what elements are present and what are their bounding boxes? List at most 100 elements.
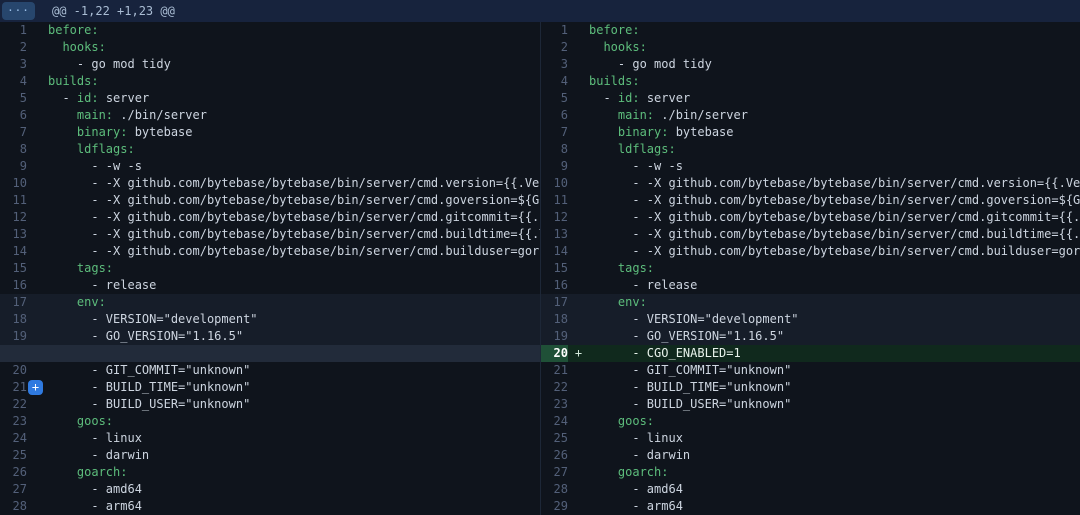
line-number[interactable]: 4	[541, 73, 568, 90]
expand-lines-button[interactable]: ···	[2, 2, 35, 20]
diff-row: 28 - amd64	[541, 481, 1080, 498]
line-number[interactable]: 28	[541, 481, 568, 498]
line-number[interactable]: 29	[541, 498, 568, 515]
line-number[interactable]: 27	[541, 464, 568, 481]
line-number[interactable]: 1	[0, 22, 27, 39]
line-number[interactable]: 15	[0, 260, 27, 277]
line-number[interactable]: 24	[541, 413, 568, 430]
line-number[interactable]: 27	[0, 481, 27, 498]
line-number[interactable]: 8	[541, 141, 568, 158]
line-number[interactable]: 12	[0, 209, 27, 226]
line-number[interactable]: 4	[0, 73, 27, 90]
add-comment-button[interactable]: +	[28, 380, 43, 395]
code-line: - GIT_COMMIT="unknown"	[48, 362, 540, 379]
code-line: - -X github.com/bytebase/bytebase/bin/se…	[48, 209, 540, 226]
diff-row: 27 - amd64	[0, 481, 540, 498]
diff-row: 11 - -X github.com/bytebase/bytebase/bin…	[0, 192, 540, 209]
code-token: - linux	[48, 431, 142, 445]
code-line: - -X github.com/bytebase/bytebase/bin/se…	[589, 209, 1080, 226]
code-token: - arm64	[48, 499, 142, 513]
diff-row: 3 - go mod tidy	[0, 56, 540, 73]
line-number[interactable]: 6	[541, 107, 568, 124]
line-number[interactable]: 2	[0, 39, 27, 56]
code-line: builds:	[48, 73, 540, 90]
code-line: builds:	[589, 73, 1080, 90]
line-number[interactable]: 25	[541, 430, 568, 447]
code-line: - -X github.com/bytebase/bytebase/bin/se…	[589, 243, 1080, 260]
line-number[interactable]: 23	[541, 396, 568, 413]
code-line: - amd64	[589, 481, 1080, 498]
code-token: - VERSION="development"	[589, 312, 799, 326]
line-number[interactable]: 23	[0, 413, 27, 430]
line-number[interactable]: 6	[0, 107, 27, 124]
code-line: - VERSION="development"	[48, 311, 540, 328]
line-number[interactable]: 16	[0, 277, 27, 294]
line-number[interactable]: 26	[541, 447, 568, 464]
code-line: - -X github.com/bytebase/bytebase/bin/se…	[48, 226, 540, 243]
diff-row: 29 - arm64	[541, 498, 1080, 515]
line-number[interactable]: 19	[0, 328, 27, 345]
line-number[interactable]: 13	[0, 226, 27, 243]
line-number[interactable]: 22	[0, 396, 27, 413]
gutter-marker	[568, 243, 589, 260]
line-number[interactable]: 20	[0, 362, 27, 379]
code-token: - darwin	[589, 448, 690, 462]
line-number[interactable]: 7	[0, 124, 27, 141]
code-token: - -X github.com/bytebase/bytebase/bin/se…	[48, 176, 540, 190]
gutter-marker	[568, 396, 589, 413]
line-number[interactable]: 5	[0, 90, 27, 107]
line-number[interactable]: 17	[0, 294, 27, 311]
added-line-marker: +	[568, 345, 589, 362]
line-number[interactable]: 14	[541, 243, 568, 260]
line-number[interactable]: 19	[541, 328, 568, 345]
diff-row: 7 binary: bytebase	[541, 124, 1080, 141]
diff-row: 5 - id: server	[0, 90, 540, 107]
gutter-marker	[27, 158, 48, 175]
line-number[interactable]: 16	[541, 277, 568, 294]
gutter-marker	[568, 90, 589, 107]
line-number[interactable]: 5	[541, 90, 568, 107]
line-number[interactable]: 21	[541, 362, 568, 379]
line-number[interactable]: 1	[541, 22, 568, 39]
diff-row: 5 - id: server	[541, 90, 1080, 107]
code-line: - amd64	[48, 481, 540, 498]
code-line: tags:	[589, 260, 1080, 277]
line-number[interactable]: 8	[0, 141, 27, 158]
line-number[interactable]: 14	[0, 243, 27, 260]
code-line: binary: bytebase	[48, 124, 540, 141]
line-number[interactable]: 13	[541, 226, 568, 243]
line-number[interactable]: 25	[0, 447, 27, 464]
line-number[interactable]: 20	[541, 345, 568, 362]
line-number[interactable]: 3	[0, 56, 27, 73]
line-number[interactable]: 10	[0, 175, 27, 192]
yaml-key-token: goarch:	[618, 465, 669, 479]
line-number[interactable]: 12	[541, 209, 568, 226]
gutter-marker: +	[27, 379, 48, 396]
line-number[interactable]: 3	[541, 56, 568, 73]
line-number[interactable]: 7	[541, 124, 568, 141]
line-number[interactable]: 18	[541, 311, 568, 328]
yaml-key-token: id:	[618, 91, 640, 105]
line-number[interactable]: 26	[0, 464, 27, 481]
line-number[interactable]: 15	[541, 260, 568, 277]
code-token: - -X github.com/bytebase/bytebase/bin/se…	[48, 244, 540, 258]
line-number[interactable]: 22	[541, 379, 568, 396]
gutter-marker	[568, 158, 589, 175]
yaml-key-token: main:	[77, 108, 113, 122]
line-number[interactable]: 9	[541, 158, 568, 175]
gutter-marker	[27, 481, 48, 498]
diff-row: 16 - release	[0, 277, 540, 294]
line-number[interactable]: 11	[0, 192, 27, 209]
line-number[interactable]: 24	[0, 430, 27, 447]
line-number[interactable]: 9	[0, 158, 27, 175]
line-number[interactable]: 18	[0, 311, 27, 328]
line-number[interactable]: 28	[0, 498, 27, 515]
line-number[interactable]: 11	[541, 192, 568, 209]
diff-row: 14 - -X github.com/bytebase/bytebase/bin…	[541, 243, 1080, 260]
diff-row: 7 binary: bytebase	[0, 124, 540, 141]
line-number[interactable]: 2	[541, 39, 568, 56]
line-number[interactable]: 10	[541, 175, 568, 192]
line-number[interactable]: 21	[0, 379, 27, 396]
line-number[interactable]: 17	[541, 294, 568, 311]
code-line: - arm64	[48, 498, 540, 515]
